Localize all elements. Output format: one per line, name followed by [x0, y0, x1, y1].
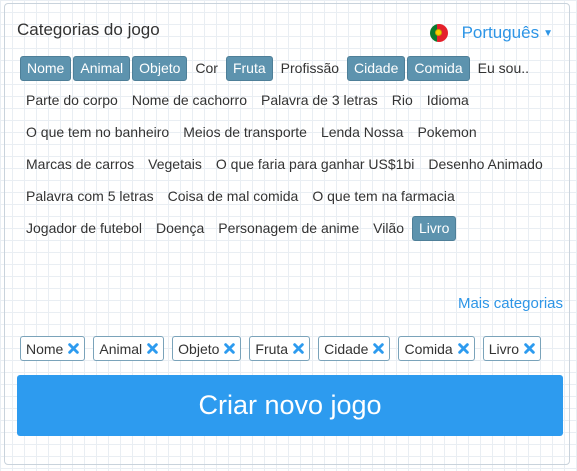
category-option[interactable]: Meios de transporte: [177, 120, 313, 145]
chip-label: Fruta: [255, 340, 289, 357]
selected-category-chip: Fruta: [249, 336, 311, 361]
remove-icon[interactable]: [68, 343, 80, 354]
language-selector[interactable]: Português ▼: [429, 23, 553, 43]
category-option[interactable]: Lenda Nossa: [315, 120, 410, 145]
selected-category-chip: Livro: [482, 336, 542, 361]
category-option[interactable]: O que tem na farmacia: [306, 184, 460, 209]
category-option[interactable]: Animal: [73, 56, 131, 81]
category-option[interactable]: Palavra com 5 letras: [20, 184, 160, 209]
category-option[interactable]: Cidade: [347, 56, 406, 81]
remove-icon[interactable]: [224, 343, 236, 354]
chip-label: Objeto: [178, 340, 220, 357]
selected-category-chip: Objeto: [172, 336, 242, 361]
remove-icon[interactable]: [373, 343, 385, 354]
category-option[interactable]: Nome: [20, 56, 72, 81]
chip-label: Cidade: [324, 340, 369, 357]
category-option[interactable]: O que faria para ganhar US$1bi: [210, 152, 420, 177]
category-option[interactable]: Livro: [412, 216, 457, 241]
category-list: Nome Animal Objeto Cor Fruta Profissão Cidade C…: [20, 56, 555, 241]
category-option[interactable]: Marcas de carros: [20, 152, 140, 177]
category-option[interactable]: Desenho Animado: [422, 152, 548, 177]
chip-label: Nome: [26, 340, 64, 357]
category-option[interactable]: Jogador de futebol: [20, 216, 148, 241]
chip-label: Livro: [488, 340, 520, 357]
remove-icon[interactable]: [293, 343, 304, 354]
selected-category-chip: Cidade: [318, 336, 391, 361]
category-option[interactable]: Vegetais: [142, 152, 208, 177]
remove-icon[interactable]: [524, 343, 535, 354]
chip-label: Comida: [404, 340, 453, 357]
remove-icon[interactable]: [457, 343, 469, 354]
category-option[interactable]: Fruta: [225, 56, 273, 81]
category-option[interactable]: Rio: [386, 88, 419, 113]
remove-icon[interactable]: [147, 343, 158, 354]
category-option[interactable]: Vilão: [367, 216, 410, 241]
category-option[interactable]: Doença: [150, 216, 210, 241]
selected-category-chip: Animal: [93, 336, 165, 361]
category-option[interactable]: Comida: [407, 56, 470, 81]
category-option[interactable]: Objeto: [132, 56, 188, 81]
create-game-button[interactable]: Criar novo jogo: [17, 375, 563, 436]
category-option[interactable]: Pokemon: [411, 120, 482, 145]
chip-label: Animal: [99, 340, 143, 357]
category-option[interactable]: O que tem no banheiro: [20, 120, 175, 145]
category-option[interactable]: Idioma: [421, 88, 475, 113]
category-option[interactable]: Profissão: [275, 56, 345, 81]
category-option[interactable]: Parte do corpo: [20, 88, 124, 113]
panel-title: Categorias do jogo: [17, 20, 160, 39]
selected-category-chip: Comida: [398, 336, 475, 361]
language-label: Português: [461, 23, 540, 42]
caret-down-icon: ▼: [543, 27, 553, 39]
category-option[interactable]: Coisa de mal comida: [162, 184, 305, 209]
selected-category-chip: Nome: [20, 336, 86, 361]
portugal-flag-icon: [429, 24, 448, 42]
category-option[interactable]: Nome de cachorro: [126, 88, 253, 113]
more-categories-link[interactable]: Mais categorias: [458, 295, 563, 312]
category-option[interactable]: Palavra de 3 letras: [255, 88, 384, 113]
category-option[interactable]: Personagem de anime: [212, 216, 365, 241]
category-option[interactable]: Cor: [189, 56, 224, 81]
category-option[interactable]: Eu sou..: [472, 56, 535, 81]
selected-categories: Nome Animal Objeto Fruta Cidade Comida Livro: [20, 336, 542, 361]
